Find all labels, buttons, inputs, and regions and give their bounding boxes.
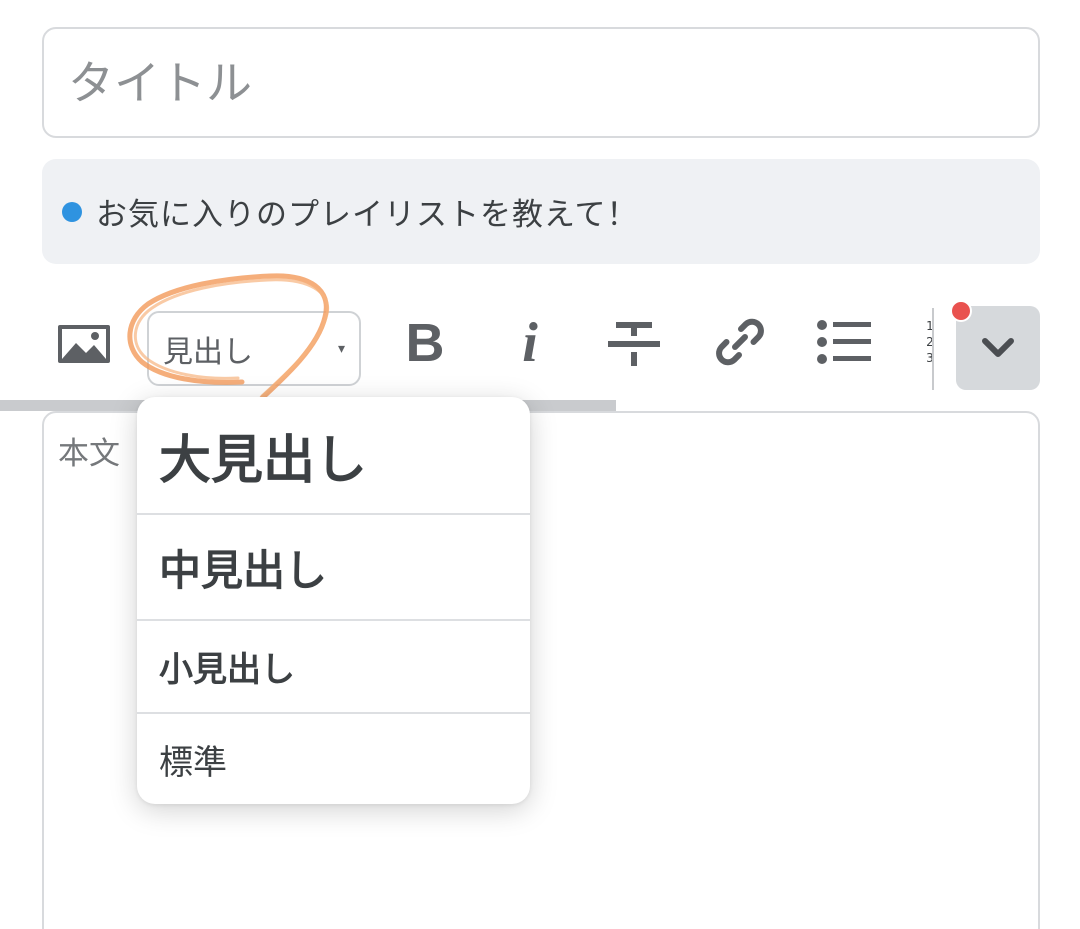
post-editor: お気に入りのプレイリストを教えて！ 見出し ▾ B i [0, 0, 1080, 929]
bullet-list-icon [817, 320, 871, 364]
ordered-list-button[interactable]: 1 2 3 [916, 310, 944, 374]
dropdown-arrow-icon: ▾ [337, 341, 345, 357]
bold-label: B [405, 313, 445, 373]
link-icon [716, 318, 764, 366]
body-placeholder: 本文 [58, 436, 120, 472]
editor-toolbar: 見出し ▾ B i 1 2 3 [0, 290, 1080, 400]
heading-select[interactable]: 見出し ▾ [147, 311, 361, 386]
image-icon [58, 325, 110, 363]
link-button[interactable] [708, 310, 772, 374]
chevron-down-icon [982, 338, 1014, 357]
ordered-list-icon: 1 2 3 [926, 319, 934, 365]
topic-banner: お気に入りのプレイリストを教えて！ [42, 159, 1040, 264]
title-input[interactable] [42, 27, 1040, 138]
heading-select-label: 見出し [163, 334, 253, 370]
heading-dropdown-menu: 大見出し 中見出し 小見出し 標準 [137, 397, 530, 804]
topic-text: お気に入りのプレイリストを教えて！ [96, 197, 639, 233]
strikethrough-button[interactable] [603, 316, 665, 372]
notification-dot [950, 300, 972, 322]
italic-label: i [522, 312, 538, 374]
topic-dot-icon [62, 201, 82, 222]
dropdown-item-h2[interactable]: 中見出し [137, 515, 530, 619]
dropdown-item-normal[interactable]: 標準 [137, 714, 530, 804]
dropdown-item-h1[interactable]: 大見出し [137, 397, 530, 513]
italic-button[interactable]: i [500, 308, 560, 378]
insert-image-button[interactable] [52, 320, 116, 368]
bold-button[interactable]: B [395, 308, 455, 378]
strikethrough-icon [608, 322, 660, 366]
bullet-list-button[interactable] [812, 314, 876, 370]
dropdown-item-h3[interactable]: 小見出し [137, 621, 530, 712]
toolbar-divider [932, 308, 934, 390]
